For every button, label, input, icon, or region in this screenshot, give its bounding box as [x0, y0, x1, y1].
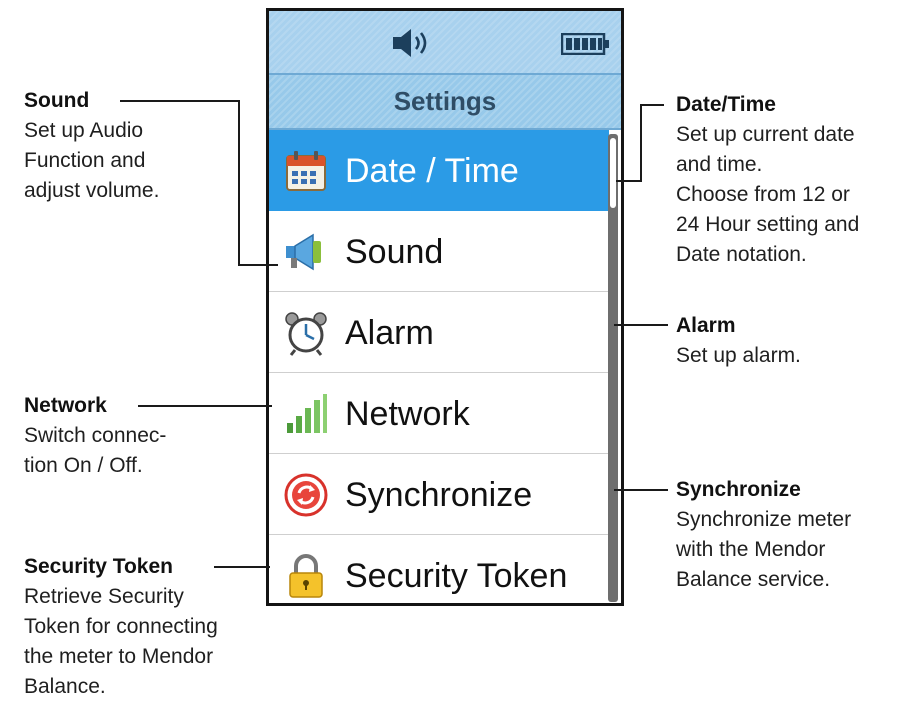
callout-description: Set up Audio Function and adjust volume. [24, 119, 160, 202]
callout-sound: Sound Set up Audio Function and adjust v… [24, 86, 224, 206]
calendar-icon [286, 151, 326, 191]
leader-line-sound [238, 100, 240, 266]
menu-item-label: Synchronize [345, 476, 533, 514]
status-bar [269, 11, 621, 73]
callout-title: Alarm [676, 314, 736, 337]
settings-menu: Date / Time Sound Alarm Network Synchron… [269, 130, 609, 603]
menu-item-security-token[interactable]: Security Token [269, 535, 609, 603]
leader-line-sync [614, 489, 668, 491]
callout-title: Network [24, 394, 107, 417]
leader-line-datetime [640, 104, 642, 182]
callout-title: Date/Time [676, 93, 776, 116]
callout-date-time: Date/Time Set up current date and time. … [676, 90, 916, 270]
scrollbar[interactable] [608, 134, 618, 602]
signal-bars-icon [287, 394, 327, 433]
leader-line-datetime [616, 180, 642, 182]
leader-line-sound [238, 264, 278, 266]
scroll-thumb[interactable] [610, 138, 616, 208]
page-title: Settings [393, 86, 497, 116]
callout-alarm: Alarm Set up alarm. [676, 311, 916, 371]
callout-title: Security Token [24, 555, 173, 578]
menu-item-label: Network [345, 395, 470, 433]
callout-description: Retrieve Security Token for connecting t… [24, 585, 218, 698]
device-screen: Settings Date / Time Sound Alarm Network… [266, 8, 624, 606]
callout-title: Sound [24, 89, 90, 112]
menu-item-network[interactable]: Network [269, 373, 609, 454]
menu-item-alarm[interactable]: Alarm [269, 292, 609, 373]
callout-description: Set up current date and time. Choose fro… [676, 123, 860, 266]
callout-description: Switch connec- tion On / Off. [24, 424, 167, 477]
speaker-icon [393, 29, 427, 57]
callout-security-token: Security Token Retrieve Security Token f… [24, 552, 264, 702]
battery-icon [561, 33, 609, 55]
sync-icon [284, 473, 328, 517]
callout-description: Set up alarm. [676, 344, 801, 367]
alarm-clock-icon [285, 312, 327, 356]
menu-item-sound[interactable]: Sound [269, 211, 609, 292]
padlock-icon [289, 554, 323, 598]
menu-item-label: Date / Time [345, 152, 519, 190]
menu-item-label: Alarm [345, 314, 434, 352]
menu-item-label: Sound [345, 233, 444, 271]
menu-item-date-time[interactable]: Date / Time [269, 130, 609, 211]
menu-item-synchronize[interactable]: Synchronize [269, 454, 609, 535]
menu-item-label: Security Token [345, 557, 568, 595]
megaphone-icon [286, 233, 321, 271]
callout-network: Network Switch connec- tion On / Off. [24, 391, 234, 481]
callout-title: Synchronize [676, 478, 801, 501]
title-bar: Settings [269, 73, 621, 130]
leader-line-alarm [614, 324, 668, 326]
leader-line-datetime [640, 104, 664, 106]
callout-synchronize: Synchronize Synchronize meter with the M… [676, 475, 916, 595]
callout-description: Synchronize meter with the Mendor Balanc… [676, 508, 852, 591]
